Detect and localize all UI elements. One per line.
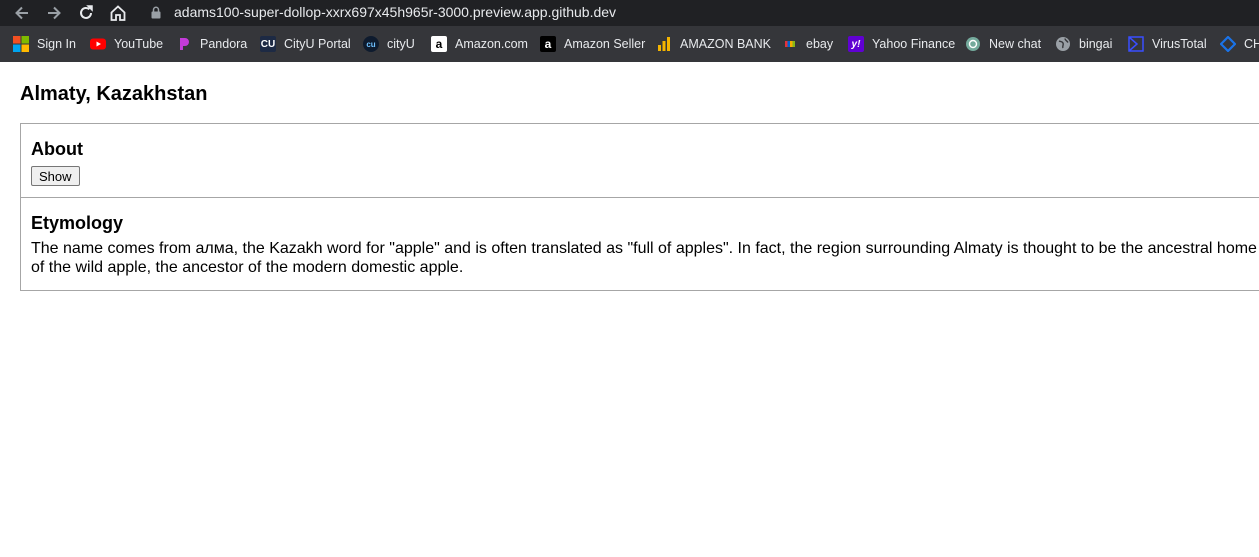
openai-icon xyxy=(965,36,981,52)
bookmark-ch[interactable]: CH xyxy=(1220,35,1259,53)
blue-logo-icon xyxy=(1220,36,1236,52)
cityu-icon: cu xyxy=(363,36,379,52)
globe-icon xyxy=(1055,36,1071,52)
forward-arrow-icon[interactable] xyxy=(44,3,64,23)
browser-address-bar: adams100-super-dollop-xxrx697x45h965r-30… xyxy=(0,0,1259,26)
bookmark-label: VirusTotal xyxy=(1152,37,1207,51)
about-section: About Show xyxy=(20,123,1259,198)
bookmark-virustotal[interactable]: VirusTotal xyxy=(1128,35,1207,53)
lock-icon xyxy=(151,6,161,19)
bookmark-label: New chat xyxy=(989,37,1042,51)
bookmark-label: Amazon Seller xyxy=(564,37,646,51)
bookmarks-bar: Sign In YouTube Pandora CU CityU Portal … xyxy=(0,26,1259,62)
show-button[interactable]: Show xyxy=(31,166,80,186)
bookmark-label: Pandora xyxy=(200,37,248,51)
bookmark-amazon-seller[interactable]: a Amazon Seller xyxy=(540,35,645,53)
bookmark-label: Yahoo Finance xyxy=(872,37,956,51)
bookmark-label: bingai xyxy=(1079,37,1113,51)
bookmark-amazon-bank[interactable]: AMAZON BANK xyxy=(656,35,771,53)
bookmark-label: YouTube xyxy=(114,37,164,51)
bookmark-label: ebay xyxy=(806,37,834,51)
etymology-text: The name comes from алма, the Kazakh wor… xyxy=(31,240,1257,276)
yahoo-icon: y! xyxy=(848,36,864,52)
bookmark-youtube[interactable]: YouTube xyxy=(90,35,163,53)
etymology-heading: Etymology xyxy=(31,213,124,233)
pandora-icon xyxy=(176,36,192,52)
about-heading: About xyxy=(31,139,83,159)
amazon-icon: a xyxy=(431,36,447,52)
bookmark-sign-in[interactable]: Sign In xyxy=(13,35,76,53)
bookmark-label: Amazon.com xyxy=(455,37,528,51)
reload-icon[interactable] xyxy=(76,3,96,23)
bookmark-label: Sign In xyxy=(37,37,76,51)
home-icon[interactable] xyxy=(108,3,128,23)
bookmark-new-chat[interactable]: New chat xyxy=(965,35,1041,53)
bookmark-pandora[interactable]: Pandora xyxy=(176,35,247,53)
bookmark-label: CityU Portal xyxy=(284,37,351,51)
bookmark-label: cityU xyxy=(387,37,415,51)
bookmark-ebay[interactable]: ebay xyxy=(782,35,833,53)
bookmark-cityu-portal[interactable]: CU CityU Portal xyxy=(260,35,351,53)
bookmark-bingai[interactable]: bingai xyxy=(1055,35,1112,53)
url-text[interactable]: adams100-super-dollop-xxrx697x45h965r-30… xyxy=(174,4,616,20)
etymology-section: Etymology The name comes from алма, the … xyxy=(20,197,1259,291)
back-arrow-icon[interactable] xyxy=(12,3,32,23)
bookmark-yahoo-finance[interactable]: y! Yahoo Finance xyxy=(848,35,955,53)
ebay-icon xyxy=(782,36,798,52)
bookmark-cityu[interactable]: cu cityU xyxy=(363,35,415,53)
virustotal-icon xyxy=(1128,36,1144,52)
bookmark-amazon[interactable]: a Amazon.com xyxy=(431,35,528,53)
bookmark-label: AMAZON BANK xyxy=(680,37,771,51)
page-title: Almaty, Kazakhstan xyxy=(20,83,208,105)
bank-chart-icon xyxy=(656,36,672,52)
cityu-icon: CU xyxy=(260,36,276,52)
bookmark-label: CH xyxy=(1244,37,1259,51)
youtube-icon xyxy=(90,36,106,52)
amazon-icon: a xyxy=(540,36,556,52)
microsoft-icon xyxy=(13,36,29,52)
